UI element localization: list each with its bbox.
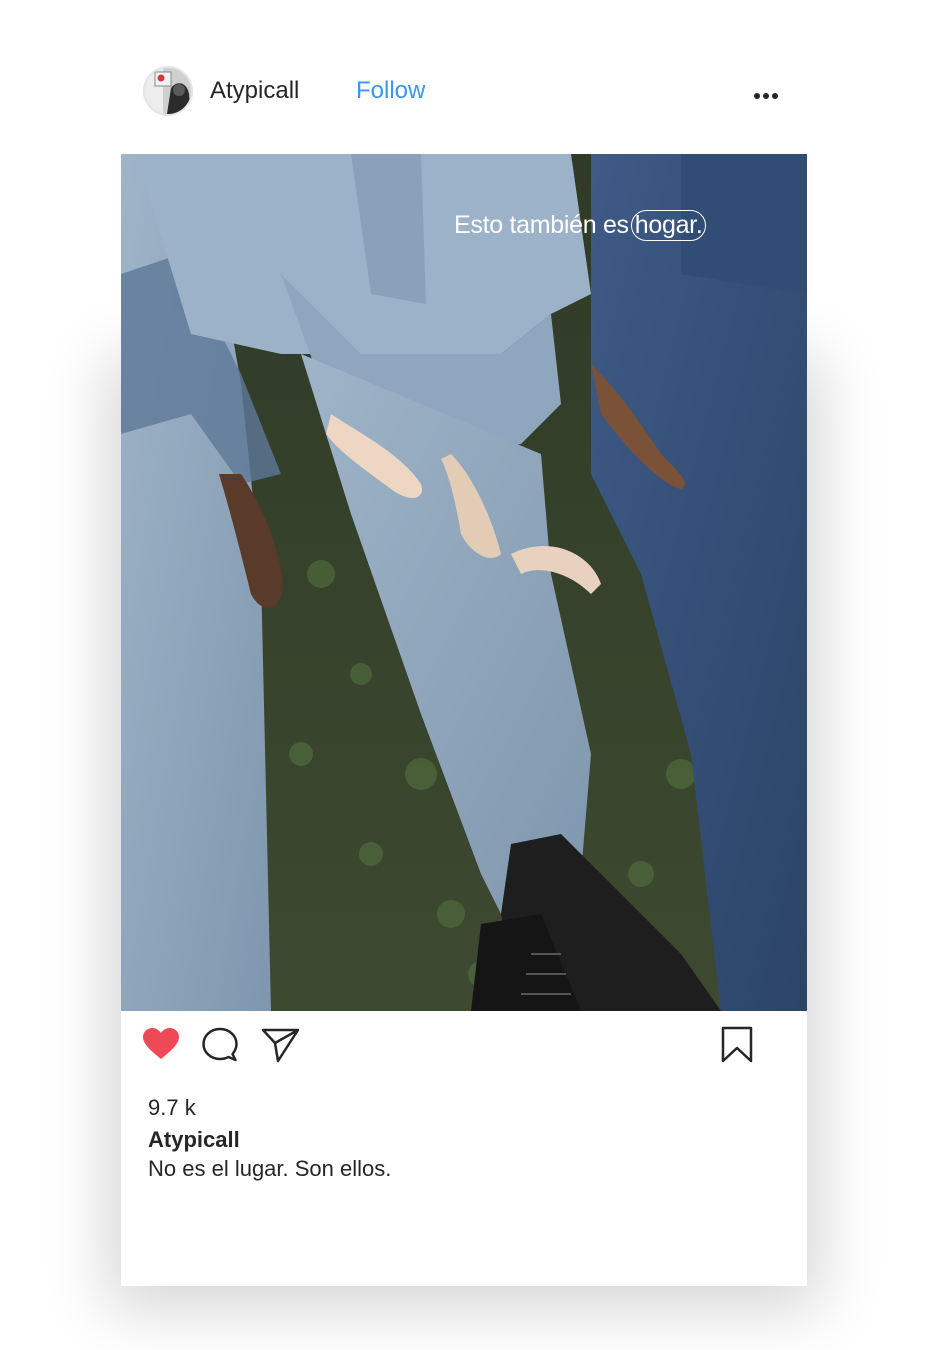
overlay-text-highlight: hogar. xyxy=(630,210,707,241)
photo-overlay-text: Esto también es hogar. xyxy=(454,210,707,241)
bookmark-icon[interactable] xyxy=(721,1026,753,1064)
caption-username[interactable]: Atypicall xyxy=(148,1127,240,1153)
post-action-bar xyxy=(121,1011,807,1081)
avatar[interactable] xyxy=(143,66,193,116)
avatar-image xyxy=(145,68,191,114)
follow-button[interactable]: Follow xyxy=(356,77,425,105)
comment-bubble-icon[interactable] xyxy=(202,1027,238,1063)
post-meta: 9.7 k Atypicall No es el lugar. Son ello… xyxy=(121,1081,807,1286)
heart-icon[interactable] xyxy=(142,1027,180,1061)
photo-illustration xyxy=(121,154,807,1011)
likes-count[interactable]: 9.7 k xyxy=(148,1095,196,1121)
overlay-text-main: Esto también es xyxy=(454,211,629,239)
caption-text: No es el lugar. Son ellos. xyxy=(148,1156,392,1181)
post-header: Atypicall Follow xyxy=(0,0,952,150)
paper-plane-icon[interactable] xyxy=(261,1027,301,1063)
more-horizontal-icon[interactable] xyxy=(751,86,783,106)
post-photo[interactable]: Esto también es hogar. xyxy=(121,154,807,1011)
post-username[interactable]: Atypicall xyxy=(210,77,299,105)
